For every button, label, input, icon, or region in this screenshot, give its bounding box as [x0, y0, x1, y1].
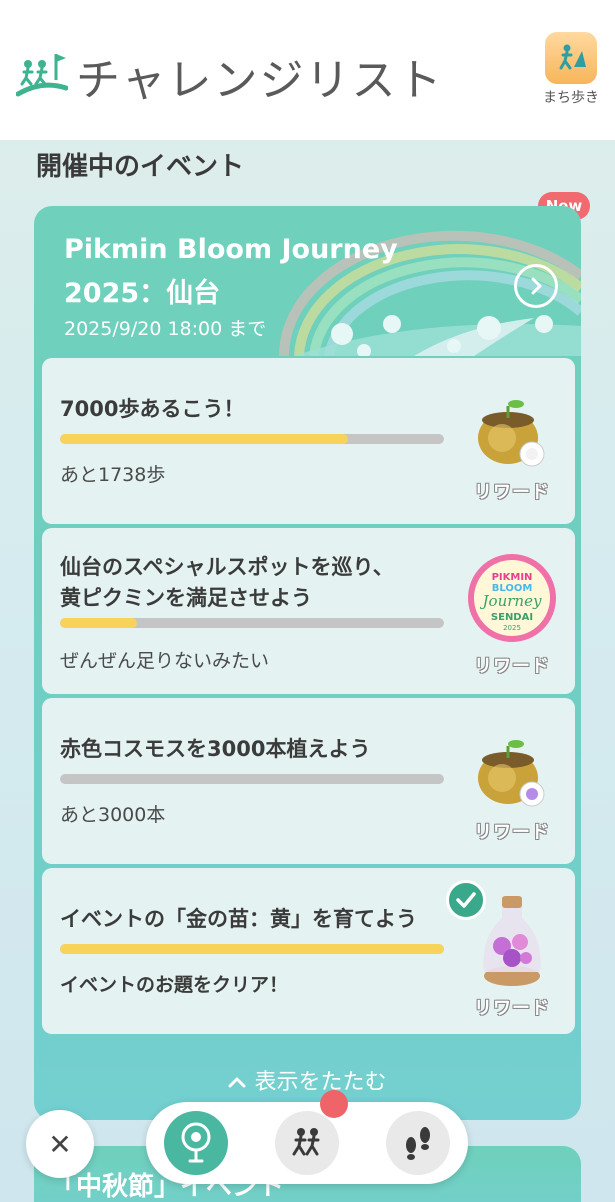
svg-text:2025: 2025	[503, 624, 521, 632]
task-title-line1: 仙台のスペシャルスポットを巡り、	[60, 555, 394, 579]
close-icon: ✕	[48, 1127, 72, 1161]
task-status: イベントのお題をクリア！	[60, 974, 289, 996]
task-progress-bar	[60, 774, 444, 784]
task-title: 仙台のスペシャルスポットを巡り、 黄ピクミンを満足させよう	[60, 552, 394, 614]
reward-label: リワード	[474, 998, 550, 1019]
challenge-list-logo-icon	[16, 54, 68, 97]
collapse-label: 表示をたたむ	[254, 1070, 387, 1095]
town-walk-label: まち歩き	[543, 90, 599, 106]
reward-label: リワード	[474, 482, 550, 503]
event-title-line1: Pikmin Bloom Journey	[64, 234, 398, 265]
reward-label: リワード	[474, 822, 550, 843]
golden-seedling-pot-icon	[478, 740, 545, 807]
task-title: イベントの「金の苗：黄」を育てよう	[60, 907, 417, 931]
event-end-date: 2025/9/20 18:00 まで	[64, 318, 267, 340]
page-title: チャレンジリスト	[76, 55, 444, 106]
svg-text:Journey: Journey	[480, 592, 542, 610]
chevron-up-icon	[228, 1070, 246, 1095]
pikmin-bloom-journey-sendai-badge-icon: PIKMIN BLOOM Journey SENDAI 2025	[468, 554, 556, 642]
close-button[interactable]: ✕	[26, 1110, 94, 1178]
nav-balloon-flower[interactable]	[164, 1111, 228, 1175]
task-status: ぜんぜん足りないみたい	[60, 650, 270, 672]
task-card[interactable]: イベントの「金の苗：黄」を育てよう イベントのお題をクリア！ リワード	[42, 868, 575, 1034]
task-card[interactable]: 仙台のスペシャルスポットを巡り、 黄ピクミンを満足させよう ぜんぜん足りないみた…	[42, 528, 575, 694]
section-title: 開催中のイベント	[36, 152, 245, 182]
reward[interactable]: リワード	[462, 392, 562, 512]
bottom-nav	[146, 1102, 468, 1184]
nav-footprints[interactable]	[386, 1111, 450, 1175]
task-progress-bar	[60, 618, 444, 628]
event-title-line2: 2025：仙台	[64, 278, 221, 309]
task-card[interactable]: 赤色コスモスを3000本植えよう あと3000本 リワード	[42, 698, 575, 864]
nav-walking[interactable]	[275, 1111, 339, 1175]
walking-people-icon	[292, 1128, 320, 1156]
collapse-button[interactable]: 表示をたたむ	[34, 1064, 581, 1096]
svg-text:SENDAI: SENDAI	[491, 612, 533, 623]
task-title: 7000歩あるこう！	[60, 397, 245, 421]
town-walk-button[interactable]: まち歩き	[539, 32, 603, 107]
completed-check-icon	[446, 880, 486, 920]
reward[interactable]: PIKMIN BLOOM Journey SENDAI 2025 リワード	[462, 550, 562, 690]
svg-text:PIKMIN: PIKMIN	[492, 572, 533, 583]
reward[interactable]: リワード	[462, 732, 562, 852]
task-title: 赤色コスモスを3000本植えよう	[60, 737, 371, 761]
event-card: Pikmin Bloom Journey 2025：仙台 2025/9/20 1…	[34, 206, 581, 1120]
task-progress-bar	[60, 944, 444, 954]
footprints-icon	[406, 1127, 430, 1160]
event-title: Pikmin Bloom Journey 2025：仙台	[64, 228, 398, 316]
task-status: あと3000本	[60, 804, 166, 826]
task-card[interactable]: 7000歩あるこう！ あと1738歩 リワード	[42, 358, 575, 524]
balloon-flower-icon	[181, 1122, 211, 1163]
golden-seedling-pot-icon	[478, 400, 545, 467]
header: チャレンジリスト まち歩き	[0, 0, 615, 140]
task-status: あと1738歩	[60, 464, 166, 486]
event-banner[interactable]: Pikmin Bloom Journey 2025：仙台 2025/9/20 1…	[34, 206, 581, 356]
event-detail-button[interactable]	[514, 264, 558, 308]
task-progress-bar	[60, 434, 444, 444]
notification-dot	[320, 1090, 348, 1118]
reward-label: リワード	[474, 656, 550, 677]
task-title-line2: 黄ピクミンを満足させよう	[60, 586, 312, 610]
chevron-right-icon	[531, 277, 542, 295]
town-walk-icon	[545, 32, 597, 84]
